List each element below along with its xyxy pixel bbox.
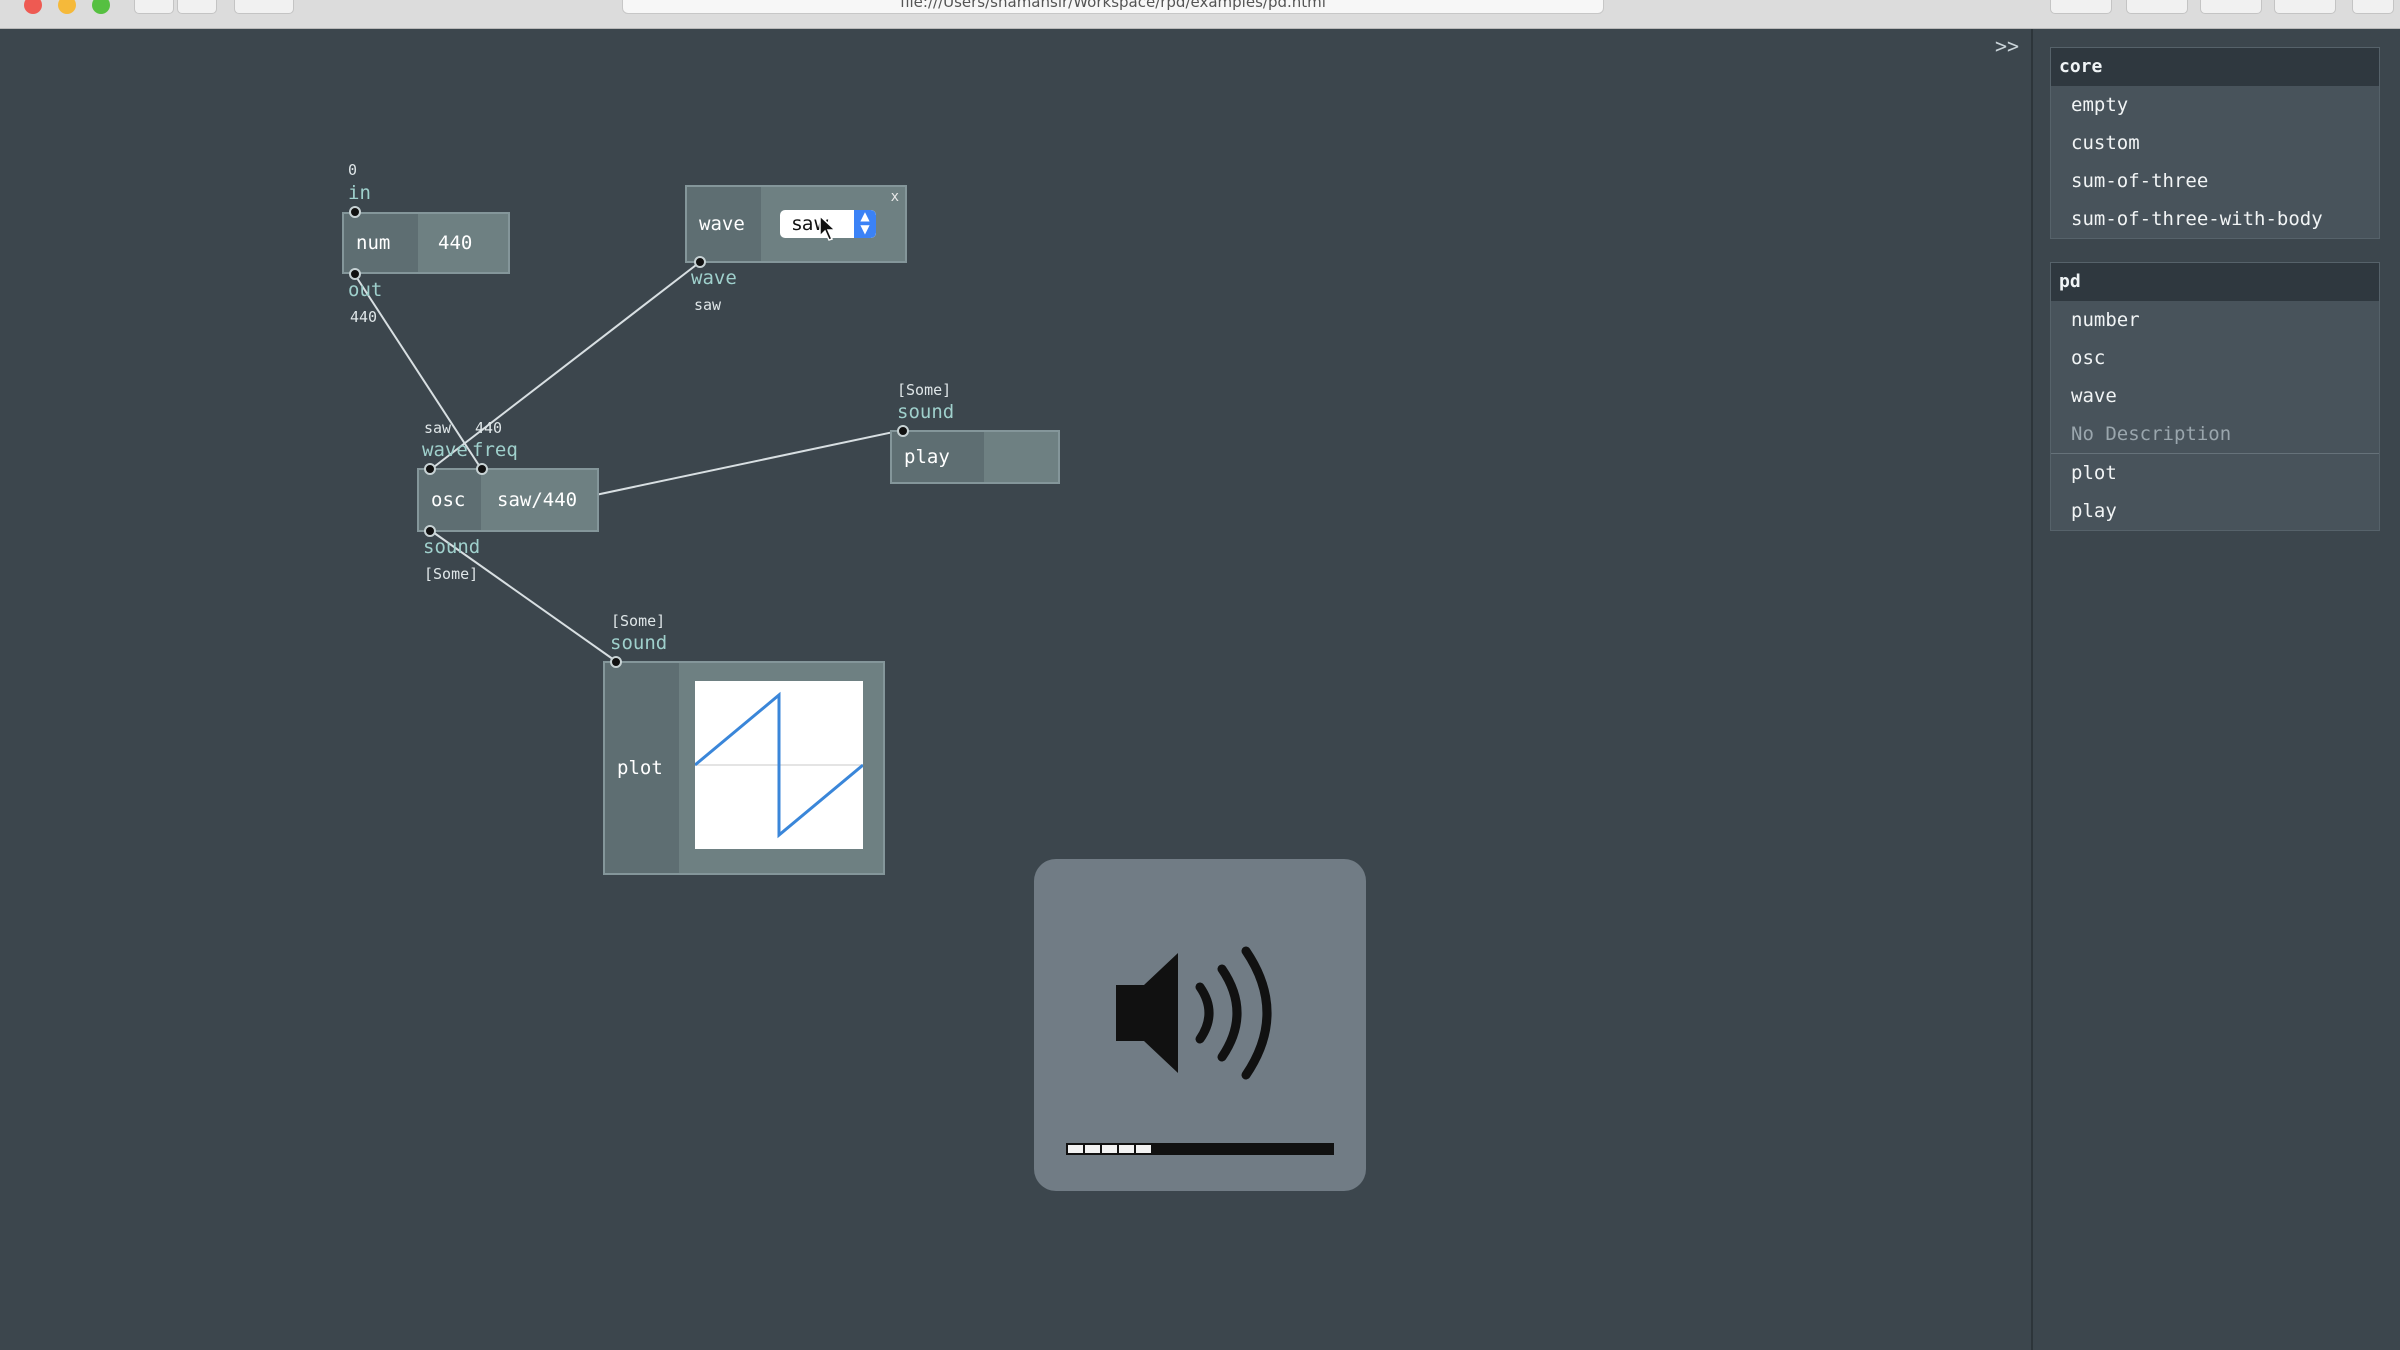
volume-cell bbox=[1102, 1145, 1117, 1153]
library-item-wave[interactable]: wave bbox=[2051, 377, 2379, 415]
plot-waveform bbox=[695, 681, 863, 849]
osc-node[interactable]: osc saw/440 bbox=[417, 468, 599, 532]
play-inlet-port[interactable] bbox=[897, 425, 909, 437]
osc-freq-inlet-port[interactable] bbox=[476, 463, 488, 475]
osc-node-inlet-freq-name: freq bbox=[472, 439, 518, 461]
library-item-plot[interactable]: plot bbox=[2051, 454, 2379, 492]
volume-cell bbox=[1085, 1145, 1100, 1153]
library-item-custom[interactable]: custom bbox=[2051, 124, 2379, 162]
osc-wave-inlet-port[interactable] bbox=[424, 463, 436, 475]
osc-node-outlet-value: [Some] bbox=[424, 565, 479, 583]
node-close-icon[interactable]: x bbox=[891, 189, 899, 205]
num-node-inlet-value: 0 bbox=[348, 161, 358, 179]
library-group-core: core empty custom sum-of-three sum-of-th… bbox=[2050, 47, 2380, 239]
library-item-sum-of-three-with-body[interactable]: sum-of-three-with-body bbox=[2051, 200, 2379, 238]
osc-node-value: saw/440 bbox=[497, 489, 578, 511]
volume-cell bbox=[1119, 1145, 1134, 1153]
group-title-core[interactable]: core bbox=[2051, 48, 2379, 86]
extension-button[interactable] bbox=[2050, 0, 2112, 14]
num-node-type: num bbox=[344, 214, 418, 272]
plot-inlet-port[interactable] bbox=[610, 656, 622, 668]
library-item-empty[interactable]: empty bbox=[2051, 86, 2379, 124]
library-item-number[interactable]: number bbox=[2051, 301, 2379, 339]
sidebar-collapse-toggle[interactable]: >> bbox=[1995, 34, 2019, 58]
num-node-inlet-name: in bbox=[348, 182, 371, 204]
volume-level-bar bbox=[1066, 1143, 1334, 1155]
new-tab-button[interactable] bbox=[2352, 0, 2394, 14]
select-arrows-icon[interactable]: ▲ ▼ bbox=[854, 210, 876, 238]
num-node-outlet-value: 440 bbox=[350, 308, 378, 326]
wave-node-outlet-value: saw bbox=[694, 296, 722, 314]
num-node[interactable]: num 440 bbox=[342, 212, 510, 274]
play-node[interactable]: play bbox=[890, 430, 1060, 484]
downloads-button[interactable] bbox=[2274, 0, 2336, 14]
volume-cell bbox=[1068, 1145, 1083, 1153]
library-item-play[interactable]: play bbox=[2051, 492, 2379, 530]
wave-node[interactable]: wave saw ▲ ▼ x bbox=[685, 185, 907, 263]
library-group-pd: pd number osc wave No Description plot p… bbox=[2050, 262, 2380, 531]
play-node-type: play bbox=[892, 432, 984, 482]
plot-node-inlet-value: [Some] bbox=[611, 612, 666, 630]
osc-node-inlet-wave-value: saw bbox=[424, 419, 452, 437]
minimize-window-button[interactable] bbox=[58, 0, 76, 14]
speaker-volume-icon bbox=[1116, 946, 1272, 1080]
close-window-button[interactable] bbox=[24, 0, 42, 14]
group-title-pd[interactable]: pd bbox=[2051, 263, 2379, 301]
library-item-description: No Description bbox=[2051, 415, 2379, 454]
plot-node-type: plot bbox=[605, 663, 679, 873]
osc-node-inlet-freq-value: 440 bbox=[475, 419, 503, 437]
address-bar[interactable]: file:///Users/shamansir/Workspace/rpd/ex… bbox=[622, 0, 1604, 14]
plot-node[interactable]: plot bbox=[603, 661, 885, 875]
forward-button[interactable] bbox=[177, 0, 217, 14]
play-node-inlet-value: [Some] bbox=[897, 381, 952, 399]
volume-cell bbox=[1136, 1145, 1151, 1153]
num-inlet-port[interactable] bbox=[349, 206, 361, 218]
osc-node-outlet-name: sound bbox=[423, 536, 481, 558]
library-item-sum-of-three[interactable]: sum-of-three bbox=[2051, 162, 2379, 200]
sidebar-toggle-button[interactable] bbox=[234, 0, 294, 14]
plot-node-inlet-name: sound bbox=[610, 632, 668, 654]
tabs-button[interactable] bbox=[2200, 0, 2262, 14]
share-button[interactable] bbox=[2126, 0, 2188, 14]
patch-canvas[interactable] bbox=[0, 29, 2031, 1350]
osc-node-inlet-wave-name: wave bbox=[422, 439, 468, 461]
library-item-osc[interactable]: osc bbox=[2051, 339, 2379, 377]
zoom-window-button[interactable] bbox=[92, 0, 110, 14]
num-node-outlet-name: out bbox=[348, 279, 383, 301]
wave-node-type: wave bbox=[687, 187, 761, 261]
volume-overlay bbox=[1034, 859, 1366, 1191]
play-node-inlet-name: sound bbox=[897, 401, 955, 423]
osc-node-type: osc bbox=[419, 470, 481, 530]
back-button[interactable] bbox=[134, 0, 174, 14]
browser-toolbar: file:///Users/shamansir/Workspace/rpd/ex… bbox=[0, 0, 2400, 29]
mouse-cursor-icon bbox=[819, 214, 837, 241]
num-node-value[interactable]: 440 bbox=[438, 214, 472, 272]
wave-node-outlet-name: wave bbox=[691, 267, 737, 289]
